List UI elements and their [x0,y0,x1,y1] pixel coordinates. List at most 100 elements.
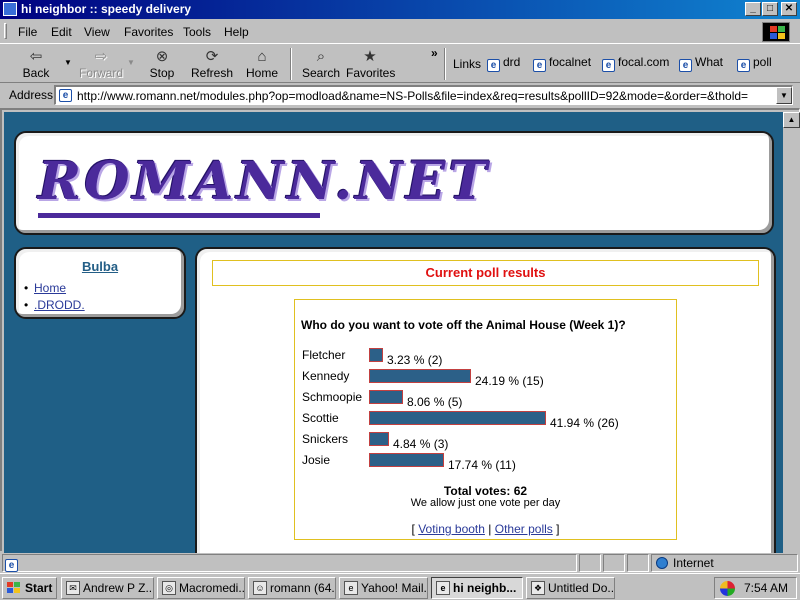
minimize-button[interactable]: _ [745,2,761,16]
poll-result-label: 8.06 % (5) [407,395,463,409]
favorites-label: Favorites [346,66,396,80]
poll-option-name: Fletcher [302,348,346,362]
ie-app-icon [3,2,17,16]
menu-tools[interactable]: Tools [183,25,211,39]
ie-page-icon: e [737,59,750,72]
menu-grip [4,23,7,39]
forward-dropdown-icon[interactable]: ▼ [127,58,135,67]
menu-file[interactable]: File [18,25,37,39]
address-dropdown-icon[interactable]: ▼ [776,87,792,104]
address-url[interactable]: http://www.romann.net/modules.php?op=mod… [77,89,748,103]
stop-label: Stop [149,66,175,80]
close-button[interactable]: ✕ [781,2,797,16]
refresh-label: Refresh [190,66,234,80]
link-poll[interactable]: e poll [737,55,772,72]
ie-page-icon: e [59,89,72,102]
status-cell [627,554,649,572]
poll-total-votes: Total votes: 62 [443,484,528,498]
menu-view[interactable]: View [84,25,110,39]
search-icon: ⌕ [316,48,326,65]
ie-page-icon: e [679,59,692,72]
poll-result-label: 4.84 % (3) [393,437,449,451]
home-button[interactable]: ⌂ Home [242,46,282,82]
address-input[interactable]: e http://www.romann.net/modules.php?op=m… [54,85,793,105]
link-drd[interactable]: e drd [487,55,520,72]
document-icon: ❖ [531,581,545,595]
stop-icon: ⊗ [155,48,169,65]
refresh-button[interactable]: ⟳ Refresh [189,46,235,82]
favorites-button[interactable]: ★ Favorites [346,46,396,82]
system-tray: 7:54 AM [714,577,797,599]
menu-favorites[interactable]: Favorites [124,25,173,39]
poll-result-label: 17.74 % (11) [448,458,516,472]
scroll-up-icon[interactable]: ▲ [783,112,800,128]
poll-result-label: 3.23 % (2) [387,353,443,367]
network-icon[interactable] [720,581,735,596]
start-button[interactable]: Start [2,577,57,599]
maximize-button[interactable]: □ [762,2,778,16]
poll-option-row: Fletcher 3.23 % (2) [302,348,672,368]
toolbar-separator [290,48,292,80]
poll-links: [ Voting booth | Other polls ] [411,522,560,536]
taskbar-button[interactable]: ◎ Macromedi... [157,577,245,599]
status-cell [603,554,625,572]
taskbar-button[interactable]: e Yahoo! Mail... [339,577,428,599]
ie-page-icon: e [5,559,18,572]
poll-result-bar [369,432,389,446]
clock[interactable]: 7:54 AM [744,581,788,595]
back-arrow-icon: ⇦ [29,48,43,65]
address-bar: Address e http://www.romann.net/modules.… [0,84,800,106]
link-focal-com[interactable]: e focal.com [602,55,669,72]
taskbar-button-active[interactable]: e hi neighb... [431,577,523,599]
menu-edit[interactable]: Edit [51,25,72,39]
poll-result-label: 41.94 % (26) [550,416,619,430]
title-bar[interactable]: hi neighbor :: speedy delivery _ □ ✕ [0,0,800,19]
poll-result-bar [369,453,444,467]
poll-result-bar [369,348,383,362]
security-zone: Internet [651,554,798,572]
link-focalnet[interactable]: e focalnet [533,55,591,72]
address-label: Address [9,88,54,102]
sidebar-item-home[interactable]: • Home [24,281,66,295]
poll-vote-note: We allow just one vote per day [410,497,561,509]
browser-viewport: ROMANN.NET Bulba • Home • .DRODD. Current … [0,108,800,553]
toolbar-chevron-icon[interactable]: » [431,46,438,60]
poll-result-bar [369,411,546,425]
taskbar-button[interactable]: ☺ romann (64... [248,577,336,599]
logo-text: ROMANN.NET [38,151,491,212]
other-polls-link[interactable]: Other polls [495,522,553,536]
status-text-cell: e [2,554,577,572]
poll-results-box: Who do you want to vote off the Animal H… [294,299,677,540]
back-dropdown-icon[interactable]: ▼ [64,58,72,67]
links-separator [444,48,446,80]
windows-logo-icon [762,22,790,42]
poll-result-label: 24.19 % (15) [475,374,544,388]
web-page: ROMANN.NET Bulba • Home • .DRODD. Current … [4,112,783,553]
sidebar-panel: Bulba • Home • .DRODD. [14,247,186,319]
site-logo: ROMANN.NET [38,151,487,223]
sidebar-link-drodd[interactable]: .DRODD. [34,298,85,312]
stop-button[interactable]: ⊗ Stop [143,46,181,82]
taskbar-button[interactable]: ✉ Andrew P Z... [61,577,154,599]
menu-help[interactable]: Help [224,25,249,39]
sidebar-link-home[interactable]: Home [34,281,66,295]
voting-booth-link[interactable]: Voting booth [418,522,485,536]
link-what[interactable]: e What [679,55,723,72]
poll-option-row: Josie 17.74 % (11) [302,453,672,473]
favorites-icon: ★ [363,48,377,65]
search-label: Search [301,66,341,80]
ie-page-icon: e [344,581,358,595]
forward-label: Forward [78,66,123,80]
globe-icon [656,557,668,569]
links-label: Links [453,57,482,71]
poll-option-row: Schmoopie 8.06 % (5) [302,390,672,410]
search-button[interactable]: ⌕ Search [299,46,343,82]
sidebar-item-drodd[interactable]: • .DRODD. [24,298,85,312]
ie-page-icon: e [602,59,615,72]
back-button[interactable]: ⇦ Back [15,46,57,82]
forward-button[interactable]: ⇨ Forward [76,46,126,82]
logo-underline [38,213,320,218]
home-icon: ⌂ [257,48,267,65]
vertical-scrollbar[interactable]: ▲ [783,112,800,553]
taskbar-button[interactable]: ❖ Untitled Do... [526,577,615,599]
